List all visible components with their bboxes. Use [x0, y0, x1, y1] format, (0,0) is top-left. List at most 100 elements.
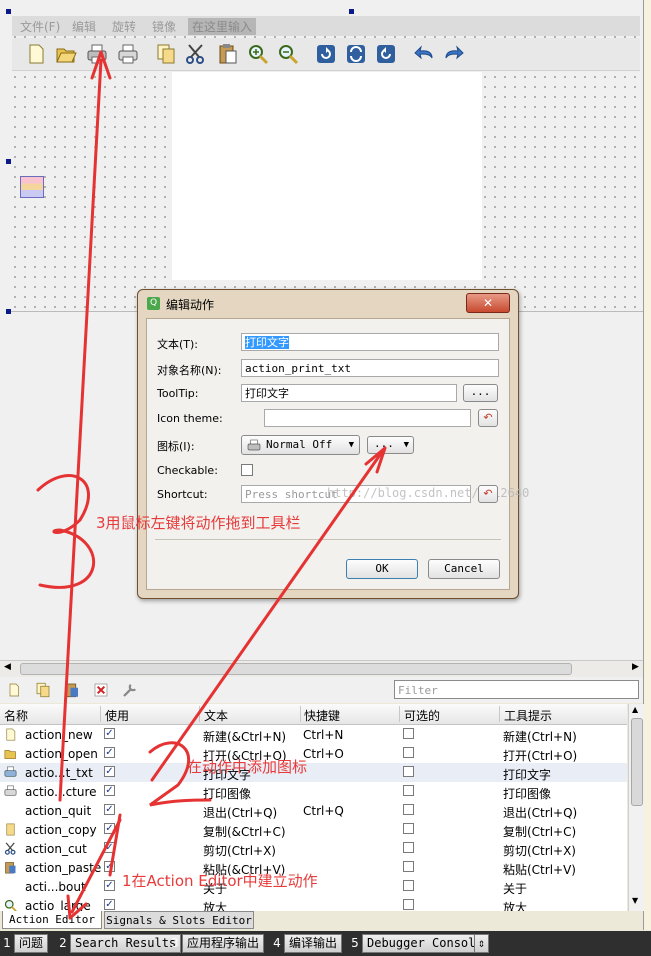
- print-image-icon[interactable]: [116, 42, 140, 66]
- icon-theme-field[interactable]: [264, 409, 471, 427]
- selection-handle[interactable]: [349, 9, 354, 14]
- table-row[interactable]: action_new ✓ 新建(&Ctrl+N) Ctrl+N 新建(Ctrl+N): [0, 725, 627, 744]
- zoom-in-icon[interactable]: [246, 42, 270, 66]
- selection-handle[interactable]: [6, 9, 11, 14]
- open-folder-icon[interactable]: [54, 42, 78, 66]
- used-checkbox[interactable]: ✓: [104, 899, 115, 910]
- pane-compile-output[interactable]: 4 编译输出: [270, 934, 343, 953]
- undo-icon[interactable]: [412, 42, 436, 66]
- menu-file[interactable]: 文件(F): [20, 18, 60, 35]
- checkable-checkbox[interactable]: [241, 464, 253, 476]
- used-checkbox[interactable]: ✓: [104, 747, 115, 758]
- pane-search-results[interactable]: 2 Search Results: [56, 934, 182, 953]
- redo-icon[interactable]: [442, 42, 466, 66]
- central-widget[interactable]: [172, 72, 482, 280]
- used-checkbox[interactable]: ✓: [104, 823, 115, 834]
- tab-action-editor[interactable]: Action Editor: [2, 911, 102, 929]
- scroll-up-icon[interactable]: ▲: [632, 705, 638, 714]
- pane-debugger-console[interactable]: 5 Debugger Console: [348, 934, 488, 953]
- rotate-90-icon[interactable]: [314, 42, 338, 66]
- rotate-180-icon[interactable]: [344, 42, 368, 66]
- scroll-right-icon[interactable]: ▶: [632, 662, 639, 672]
- action-shortcut: Ctrl+O: [303, 747, 344, 761]
- menu-mirror[interactable]: 镜像: [152, 18, 176, 35]
- vertical-scroll-thumb[interactable]: [631, 718, 643, 806]
- configure-tools-icon[interactable]: [120, 681, 140, 699]
- copy-icon[interactable]: [154, 42, 178, 66]
- tooltip-field[interactable]: 打印文字: [241, 384, 457, 402]
- header-tooltip[interactable]: 工具提示: [504, 707, 552, 724]
- checkable-checkbox[interactable]: [403, 766, 414, 777]
- menu-type-here[interactable]: 在这里输入: [188, 18, 257, 35]
- actions-table-header: 名称 使用 文本 快捷键 可选的 工具提示: [0, 704, 627, 725]
- header-name[interactable]: 名称: [4, 707, 28, 724]
- used-checkbox[interactable]: ✓: [104, 861, 115, 872]
- checkable-checkbox[interactable]: [403, 785, 414, 796]
- pane-issues[interactable]: 1 问题: [0, 934, 49, 953]
- table-row[interactable]: action_copy ✓ 复制(&Ctrl+C) 复制(Ctrl+C): [0, 820, 627, 839]
- checkable-checkbox[interactable]: [403, 842, 414, 853]
- table-row[interactable]: actio_large ✓ 放大 放大: [0, 896, 627, 911]
- header-text[interactable]: 文本: [204, 707, 228, 724]
- menu-edit[interactable]: 编辑: [72, 18, 96, 35]
- scroll-left-icon[interactable]: ◀: [4, 662, 11, 672]
- scroll-down-icon[interactable]: ▼: [632, 896, 638, 905]
- table-row[interactable]: action_quit ✓ 退出(Ctrl+Q) Ctrl+Q 退出(Ctrl+Q): [0, 801, 627, 820]
- used-checkbox[interactable]: ✓: [104, 842, 115, 853]
- delete-action-icon[interactable]: [93, 682, 109, 698]
- close-button[interactable]: ✕: [466, 293, 510, 313]
- pane-app-output[interactable]: 3 应用程序输出: [168, 934, 265, 953]
- menu-rotate[interactable]: 旋转: [112, 18, 136, 35]
- table-row[interactable]: actio...t_txt ✓ 打印文字 打印文字: [0, 763, 627, 782]
- horizontal-scroll-thumb[interactable]: [20, 663, 572, 675]
- table-row[interactable]: action_open ✓ 打开(&Ctrl+O) Ctrl+O 打开(Ctrl+O): [0, 744, 627, 763]
- table-row[interactable]: actio...cture ✓ 打印图像 打印图像: [0, 782, 627, 801]
- new-file-icon[interactable]: [24, 42, 48, 66]
- reset-icon-theme-icon[interactable]: ↶: [478, 409, 498, 427]
- header-shortcut[interactable]: 快捷键: [304, 707, 340, 724]
- table-row[interactable]: action_cut ✓ 剪切(Ctrl+X) 剪切(Ctrl+X): [0, 839, 627, 858]
- tab-signals-slots[interactable]: Signals & Slots Editor: [104, 911, 254, 929]
- vertical-scrollbar[interactable]: ▲ ▼: [628, 704, 644, 911]
- icon-more-button[interactable]: ... ▼: [367, 436, 414, 454]
- cut-icon[interactable]: [184, 42, 208, 66]
- used-checkbox[interactable]: ✓: [104, 785, 115, 796]
- new-file-icon: [6, 728, 16, 741]
- reset-shortcut-icon[interactable]: ↶: [478, 485, 498, 503]
- checkable-checkbox[interactable]: [403, 747, 414, 758]
- used-checkbox[interactable]: ✓: [104, 804, 115, 815]
- action-name: acti...bout: [25, 880, 86, 894]
- pane-switcher[interactable]: ⇕: [474, 934, 490, 953]
- paste-icon[interactable]: [216, 42, 240, 66]
- checkable-checkbox[interactable]: [403, 861, 414, 872]
- dialog-body: 文本(T): 打印文字 对象名称(N): action_print_txt To…: [146, 318, 529, 590]
- object-name-field[interactable]: action_print_txt: [241, 359, 499, 377]
- copy-action-icon[interactable]: [34, 681, 52, 699]
- paste-action-icon[interactable]: [63, 681, 81, 699]
- checkable-checkbox[interactable]: [403, 804, 414, 815]
- text-field[interactable]: 打印文字: [241, 333, 499, 351]
- new-action-icon[interactable]: [6, 681, 22, 699]
- header-divider: [399, 706, 400, 722]
- ok-button[interactable]: OK: [346, 559, 418, 579]
- checkable-checkbox[interactable]: [403, 728, 414, 739]
- rotate-270-icon[interactable]: [374, 42, 398, 66]
- filter-input[interactable]: Filter: [394, 680, 639, 699]
- checkable-checkbox[interactable]: [403, 880, 414, 891]
- used-checkbox[interactable]: ✓: [104, 766, 115, 777]
- header-used[interactable]: 使用: [105, 707, 129, 724]
- used-checkbox[interactable]: ✓: [104, 728, 115, 739]
- used-checkbox[interactable]: ✓: [104, 880, 115, 891]
- action-text: 剪切(Ctrl+X): [203, 844, 276, 858]
- zoom-out-icon[interactable]: [276, 42, 300, 66]
- print-text-icon: [4, 766, 17, 777]
- selection-handle[interactable]: [6, 159, 11, 164]
- checkable-checkbox[interactable]: [403, 899, 414, 910]
- header-checkable[interactable]: 可选的: [404, 707, 440, 724]
- cancel-button[interactable]: Cancel: [428, 559, 500, 579]
- icon-mode-combo[interactable]: Normal Off ▼: [241, 435, 360, 455]
- dialog-titlebar[interactable]: Q 编辑动作 ✕: [138, 290, 518, 316]
- tooltip-more-button[interactable]: ...: [463, 384, 498, 402]
- print-text-icon[interactable]: [85, 42, 109, 66]
- checkable-checkbox[interactable]: [403, 823, 414, 834]
